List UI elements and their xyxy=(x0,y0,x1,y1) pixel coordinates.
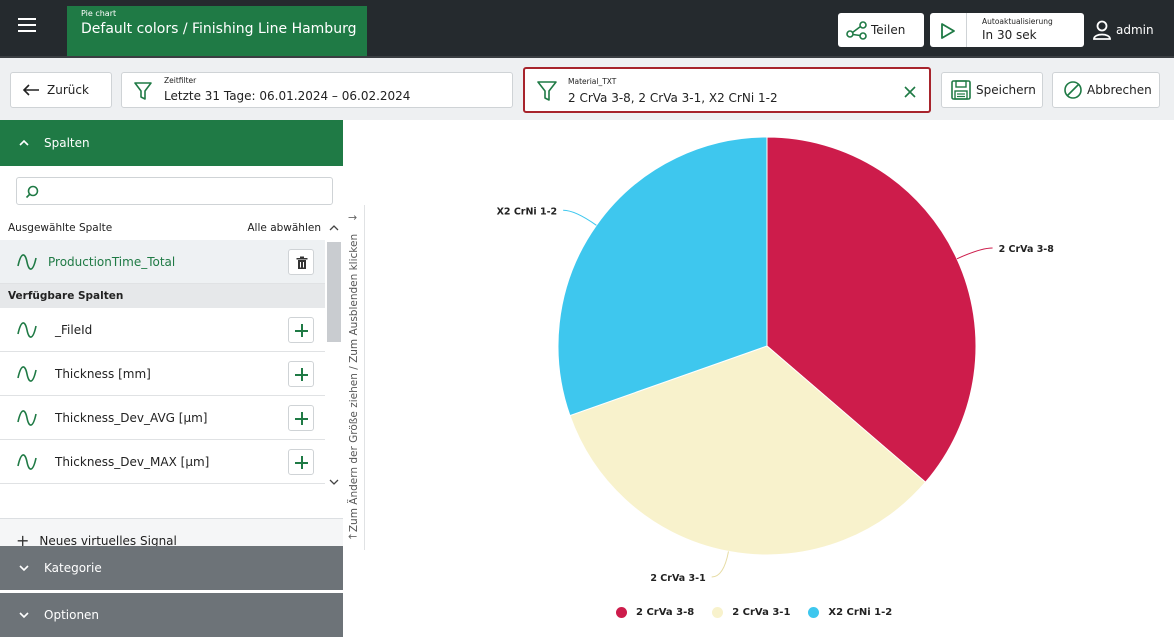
slice-label-connector xyxy=(563,209,597,226)
available-column-row[interactable]: Thickness [mm] xyxy=(0,352,325,396)
add-column-button[interactable] xyxy=(288,449,314,475)
legend-label: X2 CrNi 1-2 xyxy=(828,607,893,618)
play-icon xyxy=(941,23,955,39)
columns-sidebar: Spalten Ausgewählte Spalte Alle abwählen… xyxy=(0,120,343,637)
signal-wave-icon xyxy=(17,254,37,270)
options-section-header[interactable]: Optionen xyxy=(0,593,343,637)
title-caption: Pie chart xyxy=(81,9,117,18)
user-menu[interactable]: admin xyxy=(1092,20,1154,40)
chevron-down-icon xyxy=(19,612,29,619)
back-label: Zurück xyxy=(47,83,89,97)
floppy-disk-icon xyxy=(951,80,971,100)
trash-icon xyxy=(296,256,308,269)
legend-item[interactable]: 2 CrVa 3-1 xyxy=(712,607,790,618)
remove-column-button[interactable] xyxy=(288,249,314,275)
legend-label: 2 CrVa 3-8 xyxy=(636,607,695,618)
material-filter-value: 2 CrVa 3-8, 2 CrVa 3-1, X2 CrNi 1-2 xyxy=(568,91,778,105)
legend-label: 2 CrVa 3-1 xyxy=(732,607,791,618)
chevron-down-icon[interactable] xyxy=(329,478,339,486)
options-section-label: Optionen xyxy=(44,608,100,622)
columns-section-header[interactable]: Spalten xyxy=(0,120,343,166)
add-column-button[interactable] xyxy=(288,361,314,387)
selected-columns-header: Ausgewählte Spalte Alle abwählen xyxy=(0,216,325,240)
chevron-down-icon xyxy=(19,565,29,572)
add-column-button[interactable] xyxy=(288,405,314,431)
save-button[interactable]: Speichern xyxy=(941,72,1043,108)
slice-label: 2 CrVa 3-1 xyxy=(650,573,705,584)
material-filter-caption: Material_TXT xyxy=(568,77,617,86)
legend-marker xyxy=(616,607,627,618)
slice-label-connector xyxy=(956,247,993,260)
column-name: _FileId xyxy=(55,322,93,337)
search-icon xyxy=(25,185,39,199)
resize-hint: Zum Ändern der Größe ziehen / Zum Ausble… xyxy=(348,233,360,533)
scrollbar-thumb[interactable] xyxy=(327,242,341,342)
slice-label: X2 CrNi 1-2 xyxy=(497,206,558,217)
column-name: Thickness [mm] xyxy=(55,366,151,381)
add-column-button[interactable] xyxy=(288,317,314,343)
arrow-left-icon: ← xyxy=(348,530,358,543)
available-column-row[interactable]: Thickness_Dev_AVG [µm] xyxy=(0,396,325,440)
legend-marker xyxy=(808,607,820,618)
available-column-row[interactable]: Thickness_Dev_MAX [µm] xyxy=(0,440,325,484)
selected-column-row[interactable]: ProductionTime_Total xyxy=(0,240,325,284)
auto-refresh-button[interactable]: Autoaktualisierung In 30 sek xyxy=(930,13,1084,47)
user-icon xyxy=(1093,20,1111,40)
legend-item[interactable]: 2 CrVa 3-8 xyxy=(616,607,694,618)
arrow-left-icon xyxy=(22,84,39,96)
selected-column-name: ProductionTime_Total xyxy=(48,254,176,269)
top-bar: Pie chart Default colors / Finishing Lin… xyxy=(0,0,1174,56)
legend-marker xyxy=(712,607,724,618)
close-icon[interactable] xyxy=(903,85,917,99)
user-name: admin xyxy=(1116,23,1154,37)
auto-refresh-interval: In 30 sek xyxy=(982,28,1037,42)
hamburger-menu-icon[interactable] xyxy=(18,18,40,36)
time-filter-caption: Zeitfilter xyxy=(164,76,197,85)
time-filter-value: Letzte 31 Tage: 06.01.2024 – 06.02.2024 xyxy=(164,89,411,103)
page-title-box: Pie chart Default colors / Finishing Lin… xyxy=(67,6,367,56)
filter-toolbar: Zurück Zeitfilter Letzte 31 Tage: 06.01.… xyxy=(0,56,1174,120)
page-title: Default colors / Finishing Line Hamburg xyxy=(81,21,357,37)
columns-section-label: Spalten xyxy=(44,136,90,150)
column-name: Thickness_Dev_AVG [µm] xyxy=(55,410,208,425)
slice-label: 2 CrVa 3-8 xyxy=(999,244,1055,255)
available-columns-header: Verfügbare Spalten xyxy=(0,284,325,308)
chevron-up-icon[interactable] xyxy=(329,224,339,232)
share-label: Teilen xyxy=(871,23,906,37)
cancel-circle-icon xyxy=(1064,81,1082,99)
category-section-header[interactable]: Kategorie xyxy=(0,546,343,590)
signal-wave-icon xyxy=(17,366,37,382)
signal-wave-icon xyxy=(17,322,37,338)
time-filter[interactable]: Zeitfilter Letzte 31 Tage: 06.01.2024 – … xyxy=(121,72,513,108)
pie-chart-svg: 2 CrVa 3-8 2 CrVa 3-1 X2 CrNi 1-2 xyxy=(497,136,1055,584)
category-section-label: Kategorie xyxy=(44,561,102,575)
funnel-icon xyxy=(134,82,152,100)
chevron-up-icon xyxy=(19,139,29,146)
back-button[interactable]: Zurück xyxy=(10,72,112,108)
available-columns-label: Verfügbare Spalten xyxy=(8,290,124,302)
save-label: Speichern xyxy=(976,83,1036,97)
signal-wave-icon xyxy=(17,410,37,426)
auto-refresh-caption: Autoaktualisierung xyxy=(982,17,1053,26)
column-list: Ausgewählte Spalte Alle abwählen Product… xyxy=(0,216,325,536)
sidebar-resize-handle[interactable]: → Zum Ändern der Größe ziehen / Zum Ausb… xyxy=(343,205,365,550)
chart-legend: 2 CrVa 3-8 2 CrVa 3-1 X2 CrNi 1-2 xyxy=(616,607,910,618)
share-button[interactable]: Teilen xyxy=(838,13,924,47)
legend-item[interactable]: X2 CrNi 1-2 xyxy=(808,607,892,618)
available-column-row[interactable]: _FileId xyxy=(0,308,325,352)
cancel-button[interactable]: Abbrechen xyxy=(1052,72,1160,108)
divider xyxy=(966,13,967,47)
material-filter[interactable]: Material_TXT 2 CrVa 3-8, 2 CrVa 3-1, X2 … xyxy=(523,67,931,113)
signal-wave-icon xyxy=(17,454,37,470)
column-search-input[interactable] xyxy=(16,177,333,205)
selected-columns-label: Ausgewählte Spalte xyxy=(8,222,113,234)
column-list-scrollbar[interactable] xyxy=(325,216,343,538)
deselect-all-link[interactable]: Alle abwählen xyxy=(247,222,321,234)
share-network-icon xyxy=(846,21,867,40)
slice-label-connector xyxy=(711,551,729,578)
pie-chart: 2 CrVa 3-8 2 CrVa 3-1 X2 CrNi 1-2 2 CrVa 3… xyxy=(370,120,1174,632)
column-name: Thickness_Dev_MAX [µm] xyxy=(55,454,210,469)
cancel-label: Abbrechen xyxy=(1087,83,1152,97)
funnel-icon xyxy=(537,81,557,101)
